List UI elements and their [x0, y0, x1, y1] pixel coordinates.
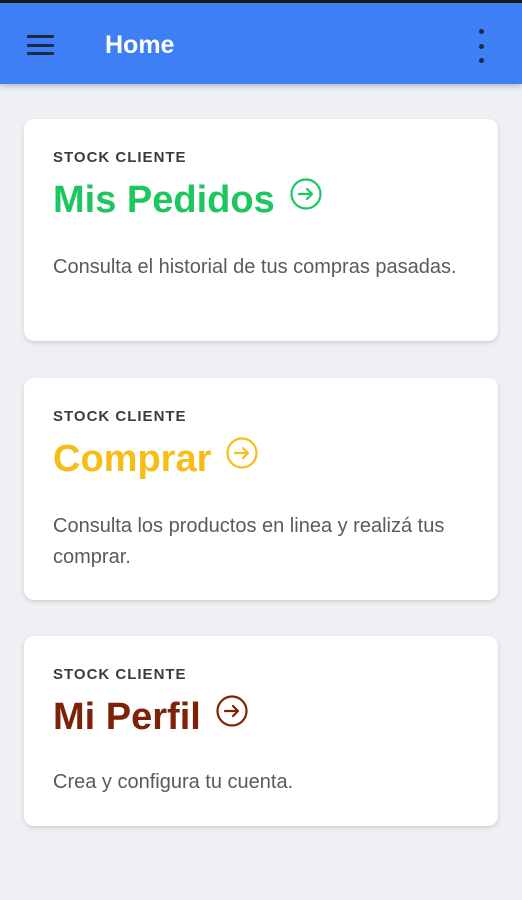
card-title-row: Comprar: [53, 436, 258, 482]
arrow-right-circle-icon[interactable]: [290, 178, 322, 210]
card-title: Comprar: [53, 438, 212, 480]
card-description: Consulta los productos en linea y realiz…: [53, 515, 445, 568]
card-mis-pedidos[interactable]: STOCK CLIENTE Mis Pedidos Consulta el hi…: [24, 119, 498, 341]
more-vert-icon[interactable]: [472, 29, 490, 63]
card-overline: STOCK CLIENTE: [53, 149, 187, 166]
app-bar: Home: [0, 3, 522, 84]
menu-icon[interactable]: [27, 35, 54, 55]
card-mi-perfil[interactable]: STOCK CLIENTE Mi Perfil Crea y configura…: [24, 636, 498, 826]
card-title-row: Mi Perfil: [53, 694, 248, 740]
card-comprar[interactable]: STOCK CLIENTE Comprar Consulta los produ…: [24, 378, 498, 600]
card-overline: STOCK CLIENTE: [53, 408, 187, 425]
page-title: Home: [105, 31, 175, 59]
card-title: Mi Perfil: [53, 696, 201, 738]
card-title-row: Mis Pedidos: [53, 177, 322, 223]
arrow-right-circle-icon[interactable]: [216, 695, 248, 727]
card-overline: STOCK CLIENTE: [53, 666, 187, 683]
arrow-right-circle-icon[interactable]: [226, 437, 258, 469]
card-description: Crea y configura tu cuenta.: [53, 771, 294, 793]
card-description: Consulta el historial de tus compras pas…: [53, 256, 457, 278]
card-title: Mis Pedidos: [53, 179, 275, 221]
